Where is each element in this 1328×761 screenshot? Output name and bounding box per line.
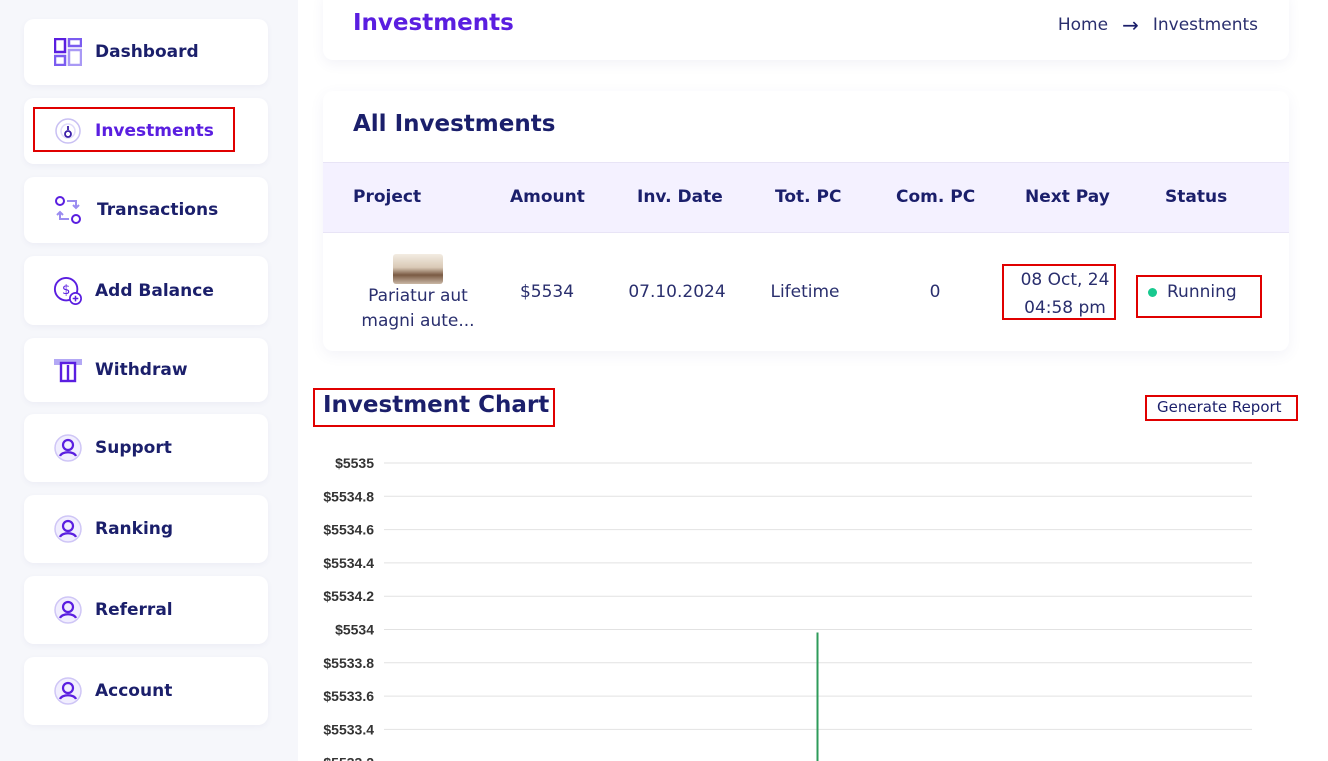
column-header-project: Project (353, 187, 422, 207)
page-title: Investments (353, 10, 514, 36)
svg-text:$: $ (62, 282, 70, 297)
y-tick-label: $5533.4 (323, 721, 374, 737)
y-tick-label: $5534.8 (323, 488, 374, 504)
breadcrumb: Home → Investments (1058, 13, 1258, 37)
investments-table-card: All Investments Project Amount Inv. Date… (323, 91, 1289, 351)
y-tick-label: $5533.8 (323, 655, 374, 671)
column-header-next-pay: Next Pay (1025, 187, 1110, 207)
transactions-arrows-icon (53, 195, 83, 225)
sidebar-item-label: Referral (95, 600, 173, 620)
sidebar-item-label: Account (95, 681, 173, 701)
sidebar-item-investments[interactable]: Investments (24, 98, 268, 164)
sidebar-item-label: Investments (95, 121, 214, 141)
column-header-status: Status (1165, 187, 1228, 207)
user-circle-icon (53, 676, 83, 706)
sidebar-item-label: Add Balance (95, 280, 214, 301)
chart-svg: $5535 $5534.8 $5534.6 $5534.4 $5534.2 $5534 $5… (323, 455, 1252, 761)
status-dot-icon (1148, 287, 1157, 297)
column-header-tot-pc: Tot. PC (775, 187, 842, 207)
project-name[interactable]: Pariatur aut magni aute... (353, 284, 483, 334)
add-balance-coin-icon: $ (53, 276, 83, 306)
project-name-line2: magni aute... (361, 311, 475, 331)
sidebar-item-transactions[interactable]: Transactions (24, 177, 268, 243)
next-pay-time: 04:58 pm (1024, 298, 1106, 318)
y-tick-label: $5534.4 (323, 555, 374, 571)
table-header: Project Amount Inv. Date Tot. PC Com. PC… (323, 162, 1289, 233)
sidebar-item-label: Ranking (95, 519, 174, 539)
status-badge: Running (1138, 282, 1262, 302)
sidebar: Dashboard Investments Transactions $ Add… (0, 0, 298, 761)
withdraw-icon (53, 355, 83, 385)
project-name-line1: Pariatur aut (368, 286, 468, 306)
investment-coin-icon (53, 116, 83, 146)
com-pc-cell: 0 (929, 282, 941, 302)
generate-report-button[interactable]: Generate Report (1157, 398, 1282, 416)
sidebar-item-label: Transactions (97, 200, 219, 220)
sidebar-item-support[interactable]: Support (24, 414, 268, 482)
sidebar-item-account[interactable]: Account (24, 657, 268, 725)
next-pay-date: 08 Oct, 24 (1020, 270, 1110, 290)
y-tick-label: $5533.6 (323, 688, 374, 704)
breadcrumb-home[interactable]: Home (1058, 15, 1108, 35)
sidebar-item-referral[interactable]: Referral (24, 576, 268, 644)
column-header-com-pc: Com. PC (896, 187, 976, 207)
column-header-inv-date: Inv. Date (637, 187, 723, 207)
investment-chart: $5535 $5534.8 $5534.6 $5534.4 $5534.2 $5534 $5… (300, 445, 1300, 761)
dashboard-grid-icon (53, 37, 83, 67)
next-pay-cell: 08 Oct, 24 04:58 pm (1003, 266, 1127, 322)
amount-cell: $5534 (519, 282, 575, 302)
sidebar-item-label: Dashboard (95, 42, 199, 62)
user-circle-icon (53, 514, 83, 544)
card-title: All Investments (353, 111, 556, 137)
user-circle-icon (53, 595, 83, 625)
user-circle-icon (53, 433, 83, 463)
y-tick-label: $5535 (335, 455, 374, 471)
y-tick-label: $5534 (335, 622, 374, 638)
y-tick-label: $5534.6 (323, 522, 374, 538)
project-thumbnail (393, 254, 443, 284)
status-text: Running (1167, 282, 1237, 302)
arrow-right-icon: → (1122, 13, 1139, 37)
breadcrumb-current: Investments (1152, 15, 1258, 35)
y-tick-label: $5533.2 (323, 755, 374, 761)
sidebar-item-withdraw[interactable]: Withdraw (24, 338, 268, 402)
y-tick-label: $5534.2 (323, 588, 374, 604)
sidebar-item-dashboard[interactable]: Dashboard (24, 19, 268, 85)
tot-pc-cell: Lifetime (770, 282, 840, 302)
sidebar-item-label: Withdraw (95, 360, 188, 380)
sidebar-item-ranking[interactable]: Ranking (24, 495, 268, 563)
inv-date-cell: 07.10.2024 (628, 282, 726, 302)
column-header-amount: Amount (510, 187, 585, 207)
sidebar-item-add-balance[interactable]: $ Add Balance (24, 256, 268, 325)
chart-title: Investment Chart (323, 392, 550, 418)
sidebar-item-label: Support (95, 438, 172, 458)
